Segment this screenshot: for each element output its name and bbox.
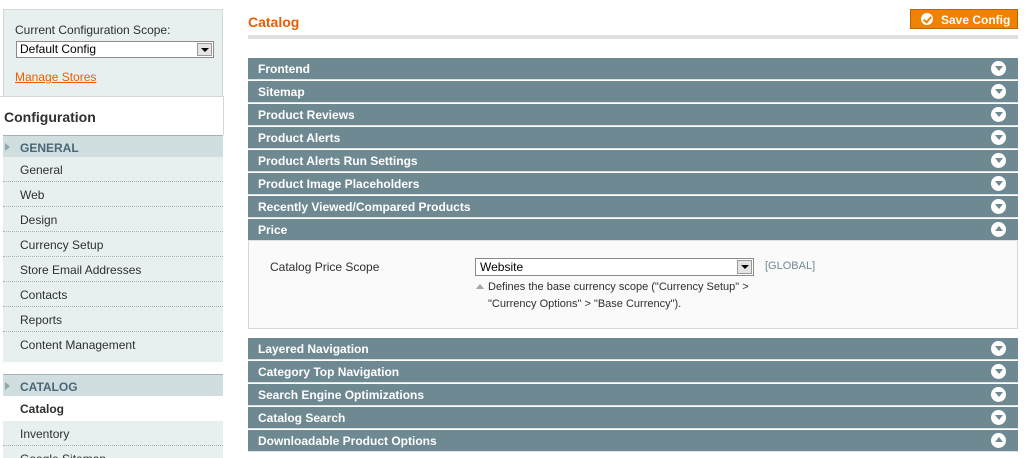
title-divider bbox=[248, 35, 1018, 39]
sidebar-item-catalog[interactable]: Catalog bbox=[3, 396, 223, 421]
sidebar-item-currency-setup[interactable]: Currency Setup bbox=[3, 232, 223, 257]
sidebar-item-reports[interactable]: Reports bbox=[3, 307, 223, 332]
section-label: Price bbox=[258, 223, 288, 237]
section-search-engine-optimizations[interactable]: Search Engine Optimizations bbox=[248, 384, 1018, 406]
catalog-price-scope-select[interactable]: Website bbox=[475, 258, 754, 276]
section-label: Category Top Navigation bbox=[258, 365, 400, 379]
section-label: Catalog Search bbox=[258, 411, 346, 425]
sidebar-group-general: GENERAL General Web Design Currency Setu… bbox=[3, 135, 223, 362]
section-product-alerts-run-settings[interactable]: Product Alerts Run Settings bbox=[248, 150, 1018, 172]
chevron-down-icon[interactable] bbox=[991, 153, 1006, 168]
section-price[interactable]: Price bbox=[248, 219, 1018, 241]
section-label: Sitemap bbox=[258, 85, 305, 99]
section-label: Product Reviews bbox=[258, 108, 355, 122]
scope-label: Current Configuration Scope: bbox=[15, 23, 171, 37]
section-category-top-navigation[interactable]: Category Top Navigation bbox=[248, 361, 1018, 383]
scope-switcher: Current Configuration Scope: Default Con… bbox=[3, 9, 223, 96]
section-sitemap[interactable]: Sitemap bbox=[248, 81, 1018, 103]
section-label: Product Alerts Run Settings bbox=[258, 154, 418, 168]
manage-stores-link[interactable]: Manage Stores bbox=[15, 70, 96, 84]
section-label: Product Alerts bbox=[258, 131, 341, 145]
chevron-down-icon[interactable] bbox=[991, 410, 1006, 425]
sidebar-group-label: CATALOG bbox=[20, 380, 78, 394]
section-downloadable-product-options[interactable]: Downloadable Product Options bbox=[248, 430, 1018, 452]
sidebar-group-label: GENERAL bbox=[20, 141, 79, 155]
chevron-down-icon[interactable] bbox=[991, 107, 1006, 122]
section-product-image-placeholders[interactable]: Product Image Placeholders bbox=[248, 173, 1018, 195]
chevron-down-icon[interactable] bbox=[991, 199, 1006, 214]
save-config-label: Save Config bbox=[941, 13, 1011, 27]
sidebar-group-header[interactable]: GENERAL bbox=[3, 135, 223, 157]
page-title: Catalog bbox=[248, 14, 300, 30]
chevron-down-icon[interactable] bbox=[991, 364, 1006, 379]
price-panel: Catalog Price Scope Website [GLOBAL] Def… bbox=[248, 241, 1018, 329]
note-line-2: "Currency Options" > "Base Currency"). bbox=[488, 298, 682, 310]
section-label: Search Engine Optimizations bbox=[258, 388, 425, 402]
section-frontend[interactable]: Frontend bbox=[248, 58, 1018, 80]
sidebar-title: Configuration bbox=[0, 96, 224, 135]
scope-select[interactable]: Default Config bbox=[16, 41, 214, 58]
sidebar-item-inventory[interactable]: Inventory bbox=[3, 421, 223, 446]
chevron-up-icon[interactable] bbox=[991, 222, 1006, 237]
section-product-alerts[interactable]: Product Alerts bbox=[248, 127, 1018, 149]
sidebar-item-store-email-addresses[interactable]: Store Email Addresses bbox=[3, 257, 223, 282]
chevron-down-icon[interactable] bbox=[991, 61, 1006, 76]
section-label: Product Image Placeholders bbox=[258, 177, 420, 191]
chevron-down-icon[interactable] bbox=[197, 43, 212, 56]
sidebar: Current Configuration Scope: Default Con… bbox=[0, 0, 224, 458]
sidebar-item-design[interactable]: Design bbox=[3, 207, 223, 232]
catalog-price-scope-value: Website bbox=[480, 260, 524, 274]
triangle-right-icon bbox=[5, 143, 10, 151]
section-label: Layered Navigation bbox=[258, 342, 369, 356]
section-product-reviews[interactable]: Product Reviews bbox=[248, 104, 1018, 126]
triangle-right-icon bbox=[5, 382, 10, 390]
sidebar-group-catalog: CATALOG Catalog Inventory Google Sitemap bbox=[3, 374, 223, 458]
triangle-up-icon bbox=[476, 284, 484, 289]
section-catalog-search[interactable]: Catalog Search bbox=[248, 407, 1018, 429]
chevron-down-icon[interactable] bbox=[991, 176, 1006, 191]
section-label: Frontend bbox=[258, 62, 310, 76]
sidebar-item-google-sitemap[interactable]: Google Sitemap bbox=[3, 446, 223, 458]
sidebar-item-content-management[interactable]: Content Management bbox=[3, 332, 223, 362]
section-label: Downloadable Product Options bbox=[258, 434, 437, 448]
chevron-down-icon[interactable] bbox=[737, 260, 752, 274]
note-line-1: Defines the base currency scope ("Curren… bbox=[488, 281, 749, 293]
section-recently-viewed-compared-products[interactable]: Recently Viewed/Compared Products bbox=[248, 196, 1018, 218]
section-label: Recently Viewed/Compared Products bbox=[258, 200, 471, 214]
catalog-price-scope-label: Catalog Price Scope bbox=[270, 260, 380, 274]
scope-badge: [GLOBAL] bbox=[765, 260, 816, 272]
chevron-down-icon[interactable] bbox=[991, 84, 1006, 99]
scope-select-value: Default Config bbox=[20, 42, 97, 56]
chevron-down-icon[interactable] bbox=[991, 130, 1006, 145]
sidebar-item-web[interactable]: Web bbox=[3, 182, 223, 207]
chevron-down-icon[interactable] bbox=[991, 341, 1006, 356]
sidebar-item-contacts[interactable]: Contacts bbox=[3, 282, 223, 307]
sidebar-group-header[interactable]: CATALOG bbox=[3, 374, 223, 396]
check-circle-icon bbox=[921, 13, 933, 25]
save-config-button[interactable]: Save Config bbox=[910, 9, 1018, 29]
field-note: Defines the base currency scope ("Curren… bbox=[475, 279, 775, 313]
section-layered-navigation[interactable]: Layered Navigation bbox=[248, 338, 1018, 360]
chevron-up-icon[interactable] bbox=[991, 433, 1006, 448]
sidebar-item-general[interactable]: General bbox=[3, 157, 223, 182]
chevron-down-icon[interactable] bbox=[991, 387, 1006, 402]
